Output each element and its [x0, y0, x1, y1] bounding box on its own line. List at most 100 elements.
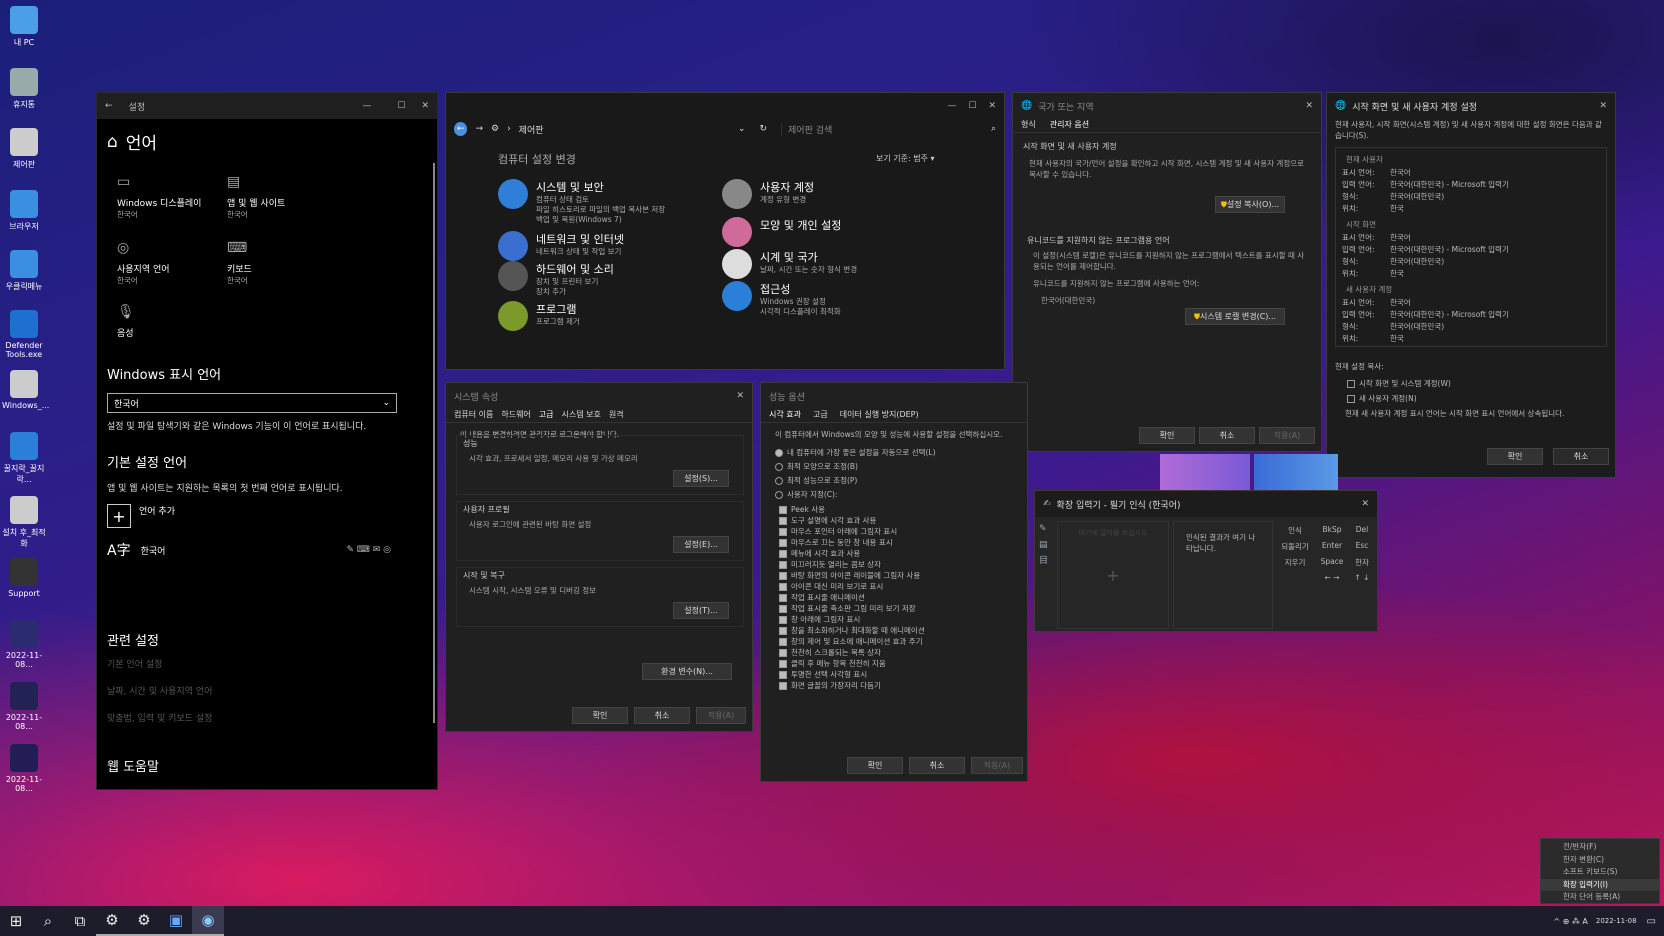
cancel-button[interactable]: 취소	[634, 707, 690, 724]
desktop-icon-9[interactable]: Support	[2, 558, 46, 598]
close-button[interactable]: ✕	[736, 391, 744, 401]
visual-effect-checkbox[interactable]: 바탕 화면의 아이콘 레이블에 그림자 사용	[779, 570, 1009, 581]
category-link[interactable]: 프로그램 제거	[536, 317, 580, 327]
ime-key[interactable]: Space	[1317, 557, 1347, 566]
apply-button[interactable]: 적용(A)	[971, 757, 1023, 774]
ok-button[interactable]: 확인	[1139, 427, 1195, 444]
radio-option-1[interactable]: 최적 모양으로 조정(B)	[775, 460, 1013, 474]
settings-button[interactable]: 설정(E)...	[673, 536, 729, 553]
desktop-icon-10[interactable]: 2022-11-08...	[2, 620, 46, 669]
category-link[interactable]: 장치 및 프린터 보기	[536, 277, 614, 287]
ime-key[interactable]: 한자	[1349, 557, 1375, 568]
category-title[interactable]: 시스템 및 보안	[536, 179, 665, 195]
breadcrumb[interactable]: 제어판	[519, 123, 730, 136]
cancel-button[interactable]: 취소	[1553, 448, 1609, 465]
radio-option-2[interactable]: 최적 성능으로 조정(P)	[775, 474, 1013, 488]
context-menu-item[interactable]: 전/반자(F)	[1541, 841, 1659, 854]
minimize-button[interactable]: —	[947, 101, 956, 111]
settings-button[interactable]: 설정(T)...	[673, 602, 729, 619]
ime-key[interactable]: Esc	[1349, 541, 1375, 550]
desktop-icon-3[interactable]: 브라우저	[2, 190, 46, 232]
ok-button[interactable]: 확인	[1487, 448, 1543, 465]
visual-effect-checkbox[interactable]: Peek 사용	[779, 504, 1009, 515]
ok-button[interactable]: 확인	[572, 707, 628, 724]
desktop-icon-0[interactable]: 내 PC	[2, 6, 46, 48]
tab-admin[interactable]: 관리자 옵션	[1050, 119, 1089, 132]
view-by[interactable]: 보기 기준: 범주 ▾	[876, 153, 935, 164]
desktop-icon-4[interactable]: 우클릭메뉴	[2, 250, 46, 292]
change-locale-button[interactable]: ⛊시스템 로캘 변경(C)...	[1185, 308, 1285, 325]
desktop-icon-8[interactable]: 설치 후_최적화	[2, 496, 46, 549]
refresh-icon[interactable]: ↻	[759, 124, 767, 134]
category-5[interactable]: 모양 및 개인 설정	[722, 217, 841, 247]
ime-key[interactable]: BkSp	[1317, 525, 1347, 534]
settings-button[interactable]: 설정(S)...	[673, 470, 729, 487]
related-link-1[interactable]: 날짜, 시간 및 사용지역 언어	[107, 684, 427, 697]
scrollbar[interactable]	[433, 163, 435, 723]
category-link[interactable]: 계정 유형 변경	[760, 195, 814, 205]
visual-effect-checkbox[interactable]: 천천히 스크롤되는 목록 상자	[779, 647, 1009, 658]
category-1[interactable]: 네트워크 및 인터넷 네트워크 상태 및 작업 보기	[498, 231, 624, 261]
checkbox-new-user[interactable]: 새 사용자 계정(N)	[1347, 393, 1607, 404]
close-button[interactable]: ✕	[421, 101, 429, 111]
tab-4[interactable]: 원격	[609, 409, 624, 422]
dropdown-icon[interactable]: ⌄	[738, 124, 746, 134]
ime-key[interactable]: 인식	[1275, 525, 1315, 536]
category-title[interactable]: 프로그램	[536, 301, 580, 317]
taskbar-system[interactable]: ▣	[160, 906, 192, 936]
apply-button[interactable]: 적용(A)	[696, 707, 746, 724]
category-link[interactable]: 시각적 디스플레이 최적화	[760, 307, 841, 317]
search-button[interactable]: ⌕	[32, 906, 64, 936]
related-link-0[interactable]: 기본 언어 설정	[107, 657, 427, 670]
taskbar-control-panel[interactable]: ⚙	[128, 906, 160, 936]
apply-button[interactable]: 적용(A)	[1259, 427, 1315, 444]
category-link[interactable]: 컴퓨터 상태 검토	[536, 195, 665, 205]
tab-2[interactable]: 고급	[539, 409, 554, 422]
back-icon[interactable]: ←	[454, 122, 468, 136]
language-tile-4[interactable]: 🎙 음성	[117, 304, 222, 339]
visual-effect-checkbox[interactable]: 아이콘 대신 미리 보기로 표시	[779, 581, 1009, 592]
display-language-select[interactable]: 한국어 ⌄	[107, 393, 397, 413]
category-title[interactable]: 하드웨어 및 소리	[536, 261, 614, 277]
tab-visual[interactable]: 시각 효과	[769, 409, 801, 422]
visual-effect-checkbox[interactable]: 도구 설명에 시각 효과 사용	[779, 515, 1009, 526]
category-title[interactable]: 시계 및 국가	[760, 249, 857, 265]
visual-effect-checkbox[interactable]: 작업 표시줄 애니메이션	[779, 592, 1009, 603]
category-7[interactable]: 접근성 Windows 권장 설정 시각적 디스플레이 최적화	[722, 281, 841, 317]
taskbar-region[interactable]: ◉	[192, 906, 224, 936]
context-menu-item[interactable]: 소프트 키보드(S)	[1541, 866, 1659, 879]
desktop-icon-12[interactable]: 2022-11-08...	[2, 744, 46, 793]
tab-3[interactable]: 시스템 보호	[562, 409, 601, 422]
close-button[interactable]: ✕	[1305, 101, 1313, 111]
tab-format[interactable]: 형식	[1021, 119, 1036, 132]
tab-1[interactable]: 하드웨어	[501, 409, 530, 422]
desktop-icon-6[interactable]: Windows_...	[2, 370, 49, 410]
notification-icon[interactable]: ▭	[1647, 916, 1656, 927]
category-3[interactable]: 프로그램 프로그램 제거	[498, 301, 580, 331]
start-button[interactable]: ⊞	[0, 906, 32, 936]
taskbar-settings[interactable]: ⚙	[96, 906, 128, 936]
close-button[interactable]: ✕	[988, 101, 996, 111]
close-button[interactable]: ✕	[1361, 499, 1369, 509]
category-title[interactable]: 네트워크 및 인터넷	[536, 231, 624, 247]
category-link[interactable]: 백업 및 복원(Windows 7)	[536, 215, 665, 225]
visual-effect-checkbox[interactable]: 클릭 후 메뉴 항목 천천히 지움	[779, 658, 1009, 669]
category-0[interactable]: 시스템 및 보안 컴퓨터 상태 검토 파일 히스토리로 파일의 백업 복사본 저장 백…	[498, 179, 665, 225]
back-arrow-icon[interactable]: ←	[105, 101, 113, 111]
search-input[interactable]: 제어판 검색	[781, 122, 983, 136]
add-language-button[interactable]: + 언어 추가	[107, 504, 427, 528]
visual-effect-checkbox[interactable]: 마우스 포인터 아래에 그림자 표시	[779, 526, 1009, 537]
visual-effect-checkbox[interactable]: 창의 제어 및 요소에 애니메이션 효과 주기	[779, 636, 1009, 647]
handwriting-pad[interactable]: 여기에 글자를 쓰십시오 +	[1057, 521, 1169, 629]
visual-effect-checkbox[interactable]: 메뉴에 시각 효과 사용	[779, 548, 1009, 559]
tab-0[interactable]: 컴퓨터 이름	[454, 409, 493, 422]
visual-effect-checkbox[interactable]: 투명한 선택 사각형 표시	[779, 669, 1009, 680]
category-4[interactable]: 사용자 계정 계정 유형 변경	[722, 179, 814, 209]
close-button[interactable]: ✕	[1599, 101, 1607, 111]
maximize-button[interactable]: ☐	[397, 101, 405, 111]
forward-icon[interactable]: →	[475, 124, 483, 134]
ime-key[interactable]: Del	[1349, 525, 1375, 534]
radio-option-3[interactable]: 사용자 지정(C):	[775, 488, 1013, 502]
category-6[interactable]: 시계 및 국가 날짜, 시간 또는 숫자 형식 변경	[722, 249, 857, 279]
context-menu-item[interactable]: 확장 입력기(I)	[1541, 878, 1659, 891]
